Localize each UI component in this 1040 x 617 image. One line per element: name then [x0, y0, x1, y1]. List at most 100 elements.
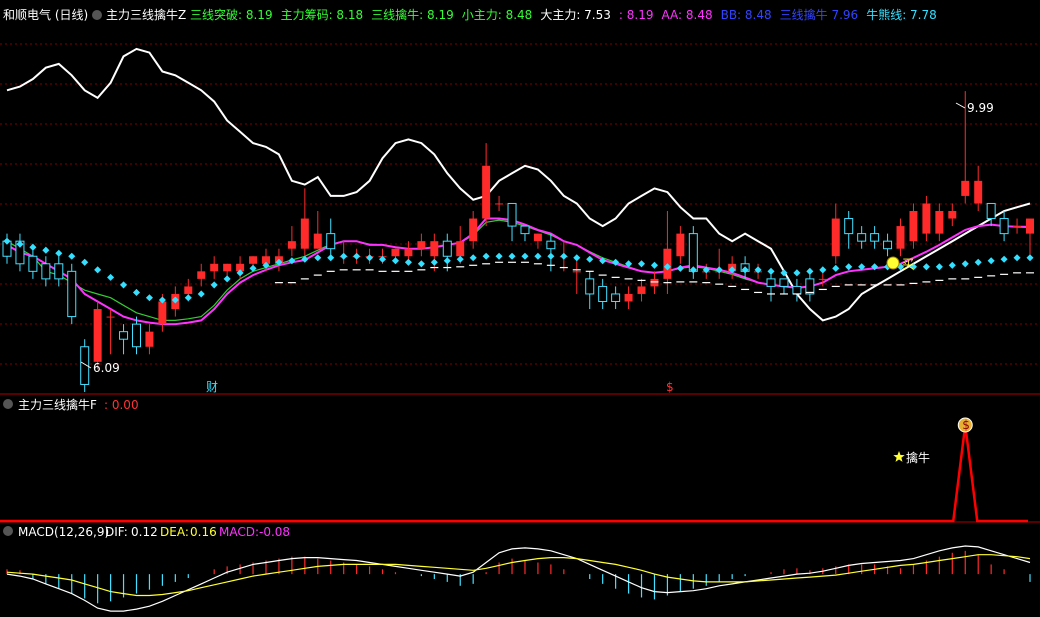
candle-body	[818, 278, 827, 280]
candle-body	[442, 240, 452, 257]
candle-body	[495, 203, 504, 205]
readout-1: 主力筹码: 8.18	[281, 8, 364, 22]
dif-value: 0.12	[131, 525, 158, 539]
envelope-line	[6, 47, 1031, 322]
readout-9: 牛熊线: 7.78	[866, 7, 937, 22]
candle-body	[585, 278, 595, 295]
candle-body	[870, 233, 880, 242]
macd-label: MACD:	[219, 525, 259, 539]
dot-marker	[197, 290, 205, 298]
dot-marker	[767, 267, 775, 275]
dot-marker	[145, 294, 153, 302]
dot-marker	[987, 257, 995, 265]
readout-7: BB: 8.48	[721, 8, 772, 22]
dif-line	[6, 545, 1031, 612]
candle-body	[210, 263, 219, 272]
dot-marker	[1026, 254, 1034, 262]
macd-panel	[6, 545, 1031, 612]
candle-body	[119, 331, 129, 340]
panel-borders	[0, 393, 1040, 523]
collapse-icon[interactable]	[3, 399, 13, 409]
candle-body	[391, 248, 400, 257]
dot-marker	[676, 264, 684, 272]
candle-body	[1013, 226, 1022, 228]
dot-marker	[327, 254, 335, 262]
candle-body	[883, 240, 893, 250]
candle-body	[598, 285, 608, 302]
candle-body	[249, 256, 258, 264]
dot-marker	[948, 261, 956, 269]
dot-marker	[223, 275, 231, 283]
dot-marker	[353, 252, 361, 260]
buy-label: 买	[902, 257, 914, 271]
dot-marker	[521, 252, 529, 260]
candle-body	[223, 263, 232, 272]
candle-body	[948, 211, 957, 219]
candle-body	[624, 293, 633, 302]
macd-title[interactable]: MACD(12,26,9)	[18, 525, 109, 539]
dot-marker	[495, 252, 503, 260]
dot-marker	[430, 258, 438, 266]
dot-marker	[340, 252, 348, 260]
candle-body	[935, 211, 944, 234]
candle-body	[896, 226, 905, 249]
readout-3: 小主力: 8.48	[462, 8, 533, 22]
collapse-icon[interactable]	[3, 526, 13, 536]
signal-indicator-name[interactable]: 主力三线擒牛F	[18, 397, 97, 412]
dot-marker	[29, 243, 37, 251]
dot-marker	[650, 261, 659, 269]
candle-body	[67, 270, 77, 318]
candle-body	[857, 233, 867, 242]
dot-marker	[922, 263, 930, 271]
candle-body	[313, 233, 322, 249]
stock-chart: 和顺电气 (日线) 主力三线擒牛Z 三线突破: 8.19 主力筹码: 8.18 三线…	[0, 7, 1040, 612]
candle-body	[158, 301, 167, 325]
readout-6: AA: 8.48	[661, 8, 712, 22]
candle-body	[688, 233, 698, 272]
candle-body	[326, 233, 336, 250]
collapse-icon[interactable]	[92, 10, 102, 20]
dot-marker	[935, 263, 943, 271]
candle-body	[404, 248, 413, 257]
candle-body	[430, 241, 439, 257]
readout-5: : 8.19	[619, 8, 654, 22]
price-high-label: 9.99	[967, 101, 994, 115]
dot-marker	[586, 255, 594, 263]
candle-body	[28, 255, 38, 272]
dot-marker	[560, 252, 568, 260]
dot-marker	[81, 258, 89, 266]
candle-body	[546, 240, 556, 250]
stock-name: 和顺电气 (日线)	[3, 7, 88, 22]
candle-body	[637, 286, 646, 294]
dot-marker	[391, 257, 400, 265]
candle-body	[469, 218, 478, 242]
dot-marker	[404, 258, 412, 266]
dot-marker	[1013, 254, 1021, 262]
candle-body	[197, 271, 206, 279]
candle-body	[999, 218, 1009, 235]
candle-body	[986, 202, 996, 220]
star-icon	[893, 451, 905, 462]
candle-body	[805, 278, 815, 295]
candle-body	[54, 263, 64, 280]
main-indicator-name[interactable]: 主力三线擒牛Z	[106, 7, 186, 22]
dot-marker	[55, 249, 63, 257]
candle-body	[507, 202, 517, 227]
candle-body	[41, 263, 51, 280]
dot-marker	[793, 269, 801, 277]
candle-body	[482, 165, 491, 219]
dot-marker	[94, 266, 102, 274]
dif-label: DIF:	[105, 525, 128, 539]
dot-marker	[469, 254, 477, 262]
dollar-event-label: $	[666, 380, 674, 394]
candle-body	[456, 241, 465, 257]
candle-body	[909, 211, 918, 242]
main-price-panel	[2, 47, 1034, 392]
candle-body	[106, 316, 115, 318]
readout-8: 三线擒牛 7.96	[780, 7, 859, 22]
candle-body	[184, 286, 193, 294]
dot-marker	[132, 288, 141, 296]
dot-marker	[547, 252, 555, 260]
dot-marker	[456, 255, 464, 263]
dot-marker	[534, 252, 542, 260]
